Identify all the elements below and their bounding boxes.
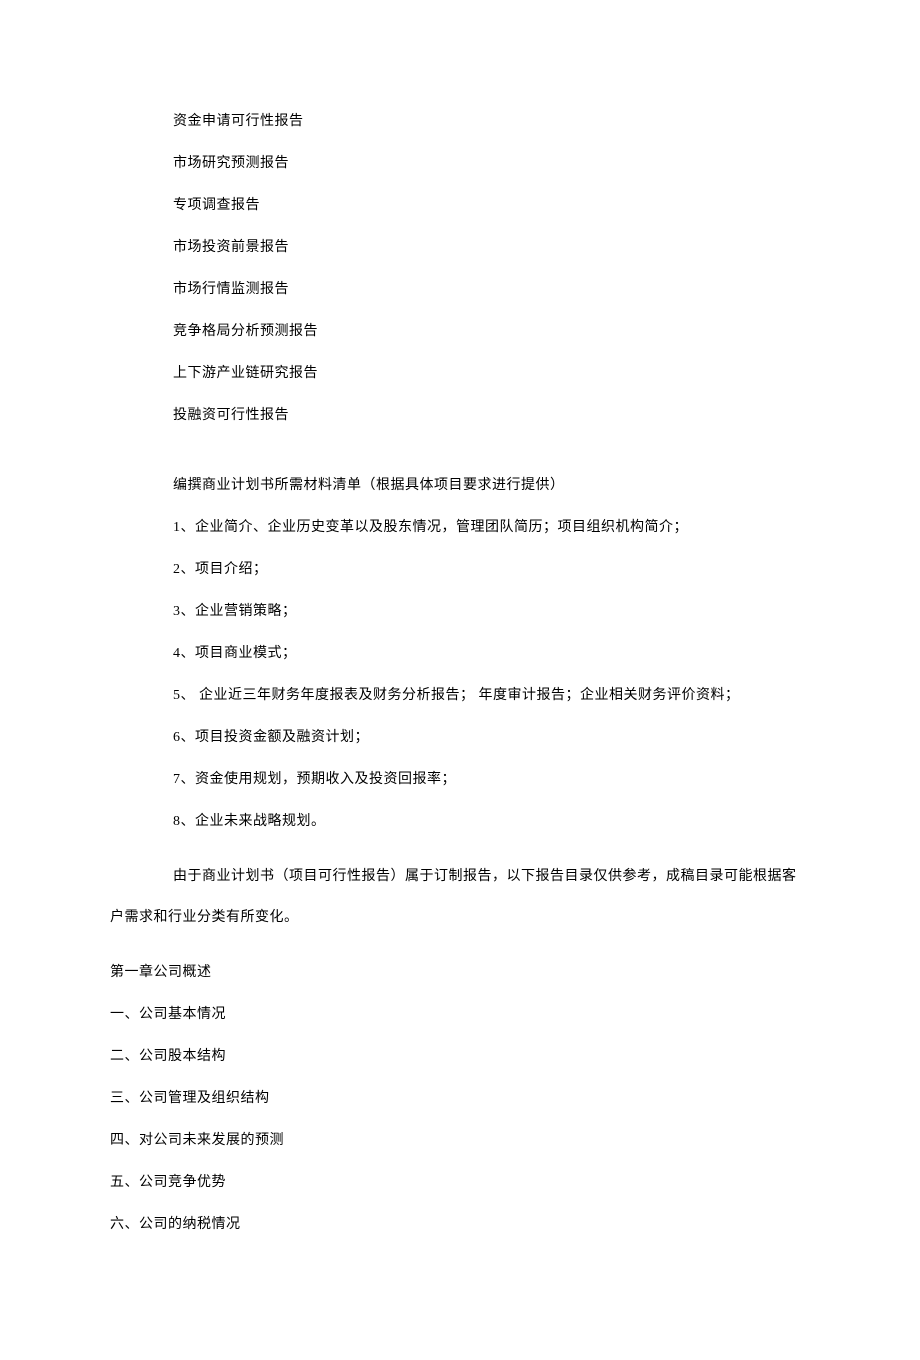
chapter-item: 三、公司管理及组织结构: [110, 1092, 810, 1106]
checklist-item: 5、 企业近三年财务年度报表及财务分析报告； 年度审计报告；企业相关财务评价资料…: [110, 689, 810, 703]
checklist-item: 4、项目商业模式；: [110, 647, 810, 661]
checklist-item: 2、项目介绍；: [110, 563, 810, 577]
checklist-item: 8、企业未来战略规划。: [110, 815, 810, 829]
report-type-item: 专项调查报告: [110, 199, 810, 213]
note-paragraph: 由于商业计划书（项目可行性报告）属于订制报告，以下报告目录仅供参考，成稿目录可能…: [110, 857, 810, 938]
checklist-item: 7、资金使用规划，预期收入及投资回报率；: [110, 773, 810, 787]
checklist-title: 编撰商业计划书所需材料清单（根据具体项目要求进行提供）: [110, 479, 810, 493]
chapter-item: 四、对公司未来发展的预测: [110, 1134, 810, 1148]
report-type-item: 市场投资前景报告: [110, 241, 810, 255]
report-type-item: 市场行情监测报告: [110, 283, 810, 297]
chapter-title: 第一章公司概述: [110, 966, 810, 980]
chapter-item: 五、公司竞争优势: [110, 1176, 810, 1190]
report-type-item: 上下游产业链研究报告: [110, 367, 810, 381]
chapter-item: 六、公司的纳税情况: [110, 1218, 810, 1232]
report-type-item: 市场研究预测报告: [110, 157, 810, 171]
checklist-item: 3、企业营销策略；: [110, 605, 810, 619]
document-page: 资金申请可行性报告 市场研究预测报告 专项调查报告 市场投资前景报告 市场行情监…: [0, 0, 920, 1360]
report-type-item: 投融资可行性报告: [110, 409, 810, 423]
chapter-item: 二、公司股本结构: [110, 1050, 810, 1064]
report-type-item: 竞争格局分析预测报告: [110, 325, 810, 339]
chapter-item: 一、公司基本情况: [110, 1008, 810, 1022]
report-type-item: 资金申请可行性报告: [110, 115, 810, 129]
checklist-item: 1、企业简介、企业历史变革以及股东情况，管理团队简历；项目组织机构简介；: [110, 521, 810, 535]
checklist-item: 6、项目投资金额及融资计划；: [110, 731, 810, 745]
